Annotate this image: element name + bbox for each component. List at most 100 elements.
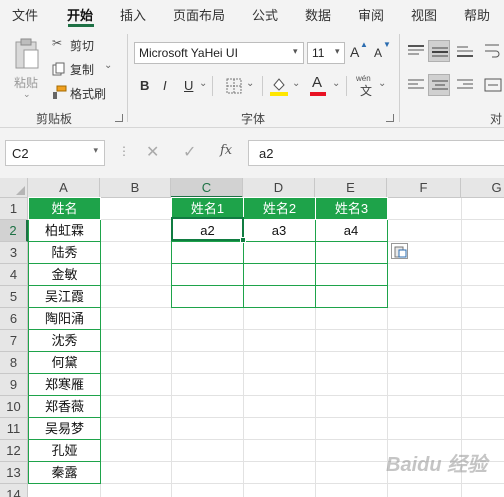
underline-button[interactable]: U — [184, 78, 193, 93]
borders-dropdown-icon[interactable]: ⌄ — [246, 78, 254, 89]
column-header-g[interactable]: G — [461, 178, 504, 198]
cell-d3[interactable] — [243, 242, 316, 264]
column-header-b[interactable]: B — [100, 178, 171, 198]
font-family-select[interactable]: Microsoft YaHei UI ▾ — [134, 42, 304, 64]
underline-dropdown-icon[interactable]: ⌄ — [199, 78, 207, 89]
confirm-entry-icon[interactable]: ✓ — [183, 142, 196, 162]
formula-bar-grip-icon[interactable]: ⋮ — [118, 144, 130, 158]
cell-e1[interactable]: 姓名3 — [315, 197, 388, 220]
row-header-12[interactable]: 12 — [0, 440, 28, 462]
align-left-icon[interactable] — [407, 78, 425, 92]
align-bottom-icon[interactable] — [456, 44, 474, 58]
tab-help[interactable]: 帮助 — [464, 5, 490, 24]
column-header-e[interactable]: E — [315, 178, 387, 198]
row-header-1[interactable]: 1 — [0, 198, 28, 220]
font-color-button[interactable]: A — [312, 74, 322, 91]
align-center-button[interactable] — [428, 74, 450, 96]
row-header-7[interactable]: 7 — [0, 330, 28, 352]
borders-icon[interactable] — [226, 78, 242, 94]
tab-view[interactable]: 视图 — [411, 5, 437, 24]
tab-file[interactable]: 文件 — [12, 5, 38, 24]
row-header-9[interactable]: 9 — [0, 374, 28, 396]
row-header-13[interactable]: 13 — [0, 462, 28, 484]
cell-a13[interactable]: 秦露 — [28, 462, 101, 484]
format-painter-button[interactable]: 格式刷 — [52, 84, 112, 102]
cell-d4[interactable] — [243, 264, 316, 286]
row-header-10[interactable]: 10 — [0, 396, 28, 418]
tab-home[interactable]: 开始 — [67, 5, 93, 24]
tab-insert[interactable]: 插入 — [120, 5, 146, 24]
wrap-text-icon[interactable] — [484, 42, 500, 60]
row-header-2[interactable]: 2 — [0, 220, 28, 242]
name-box-value: C2 — [12, 146, 29, 161]
phonetic-guide-icon[interactable]: 文 — [360, 82, 372, 99]
copy-dropdown-icon[interactable]: ⌄ — [104, 60, 112, 71]
align-top-icon[interactable] — [407, 44, 425, 58]
cell-c3[interactable] — [171, 242, 244, 264]
clipboard-launcher-icon[interactable] — [115, 114, 123, 122]
row-header-14[interactable]: 14 — [0, 484, 28, 497]
cell-e3[interactable] — [315, 242, 388, 264]
tab-review[interactable]: 审阅 — [358, 5, 384, 24]
tab-page-layout[interactable]: 页面布局 — [173, 5, 225, 24]
cell-e5[interactable] — [315, 286, 388, 308]
cell-a1[interactable]: 姓名 — [28, 197, 101, 220]
row-header-5[interactable]: 5 — [0, 286, 28, 308]
align-right-icon[interactable] — [456, 78, 474, 92]
name-box[interactable]: C2 ▾ — [5, 140, 105, 166]
merge-center-icon[interactable] — [484, 76, 502, 94]
font-color-dropdown-icon[interactable]: ⌄ — [332, 78, 340, 89]
cut-button[interactable]: ✂ 剪切 — [52, 36, 112, 54]
shrink-font-button[interactable]: A — [374, 46, 382, 60]
paste-options-button[interactable] — [391, 243, 408, 259]
font-launcher-icon[interactable] — [386, 114, 394, 122]
cell-a12[interactable]: 孔娅 — [28, 440, 101, 462]
cell-c4[interactable] — [171, 264, 244, 286]
column-header-d[interactable]: D — [243, 178, 315, 198]
cell-d2[interactable]: a3 — [243, 220, 316, 242]
cancel-entry-icon[interactable]: ✕ — [146, 142, 159, 162]
cell-c5[interactable] — [171, 286, 244, 308]
formula-input[interactable]: a2 — [248, 140, 504, 166]
paste-button[interactable]: 粘贴 ⌄ — [8, 34, 48, 104]
cell-a7[interactable]: 沈秀 — [28, 330, 101, 352]
cell-a6[interactable]: 陶阳涌 — [28, 308, 101, 330]
column-header-c[interactable]: C — [171, 178, 243, 198]
copy-label: 复制 — [70, 63, 95, 77]
cell-a8[interactable]: 何黛 — [28, 352, 101, 374]
cell-a4[interactable]: 金敏 — [28, 264, 101, 286]
bold-button[interactable]: B — [140, 78, 149, 93]
font-size-select[interactable]: 11 ▾ — [307, 42, 345, 64]
cell-a2[interactable]: 柏虹霖 — [28, 220, 101, 242]
cell-a3[interactable]: 陆秀 — [28, 242, 101, 264]
fill-handle[interactable] — [240, 237, 246, 243]
cell-a11[interactable]: 吴易梦 — [28, 418, 101, 440]
insert-function-button[interactable]: fx — [220, 143, 232, 158]
chevron-down-icon[interactable]: ▾ — [93, 145, 98, 156]
cell-e4[interactable] — [315, 264, 388, 286]
cell-d1[interactable]: 姓名2 — [243, 197, 316, 220]
column-header-f[interactable]: F — [387, 178, 461, 198]
row-header-3[interactable]: 3 — [0, 242, 28, 264]
phonetic-dropdown-icon[interactable]: ⌄ — [378, 78, 386, 89]
cell-e2[interactable]: a4 — [315, 220, 388, 242]
fill-color-dropdown-icon[interactable]: ⌄ — [292, 78, 300, 89]
paste-dropdown-icon[interactable]: ⌄ — [23, 89, 31, 100]
tab-data[interactable]: 数据 — [305, 5, 331, 24]
copy-button[interactable]: 复制 ⌄ — [52, 60, 118, 78]
cell-a9[interactable]: 郑寒雁 — [28, 374, 101, 396]
cell-d5[interactable] — [243, 286, 316, 308]
row-header-8[interactable]: 8 — [0, 352, 28, 374]
column-header-a[interactable]: A — [28, 178, 100, 198]
align-middle-button[interactable] — [428, 40, 450, 62]
cell-a10[interactable]: 郑香薇 — [28, 396, 101, 418]
tab-formulas[interactable]: 公式 — [252, 5, 278, 24]
row-header-11[interactable]: 11 — [0, 418, 28, 440]
italic-button[interactable]: I — [163, 78, 167, 93]
cell-a5[interactable]: 吴江霞 — [28, 286, 101, 308]
select-all-button[interactable] — [0, 178, 28, 198]
font-family-value: Microsoft YaHei UI — [139, 46, 238, 60]
row-header-6[interactable]: 6 — [0, 308, 28, 330]
grow-font-button[interactable]: A — [350, 44, 359, 60]
row-header-4[interactable]: 4 — [0, 264, 28, 286]
